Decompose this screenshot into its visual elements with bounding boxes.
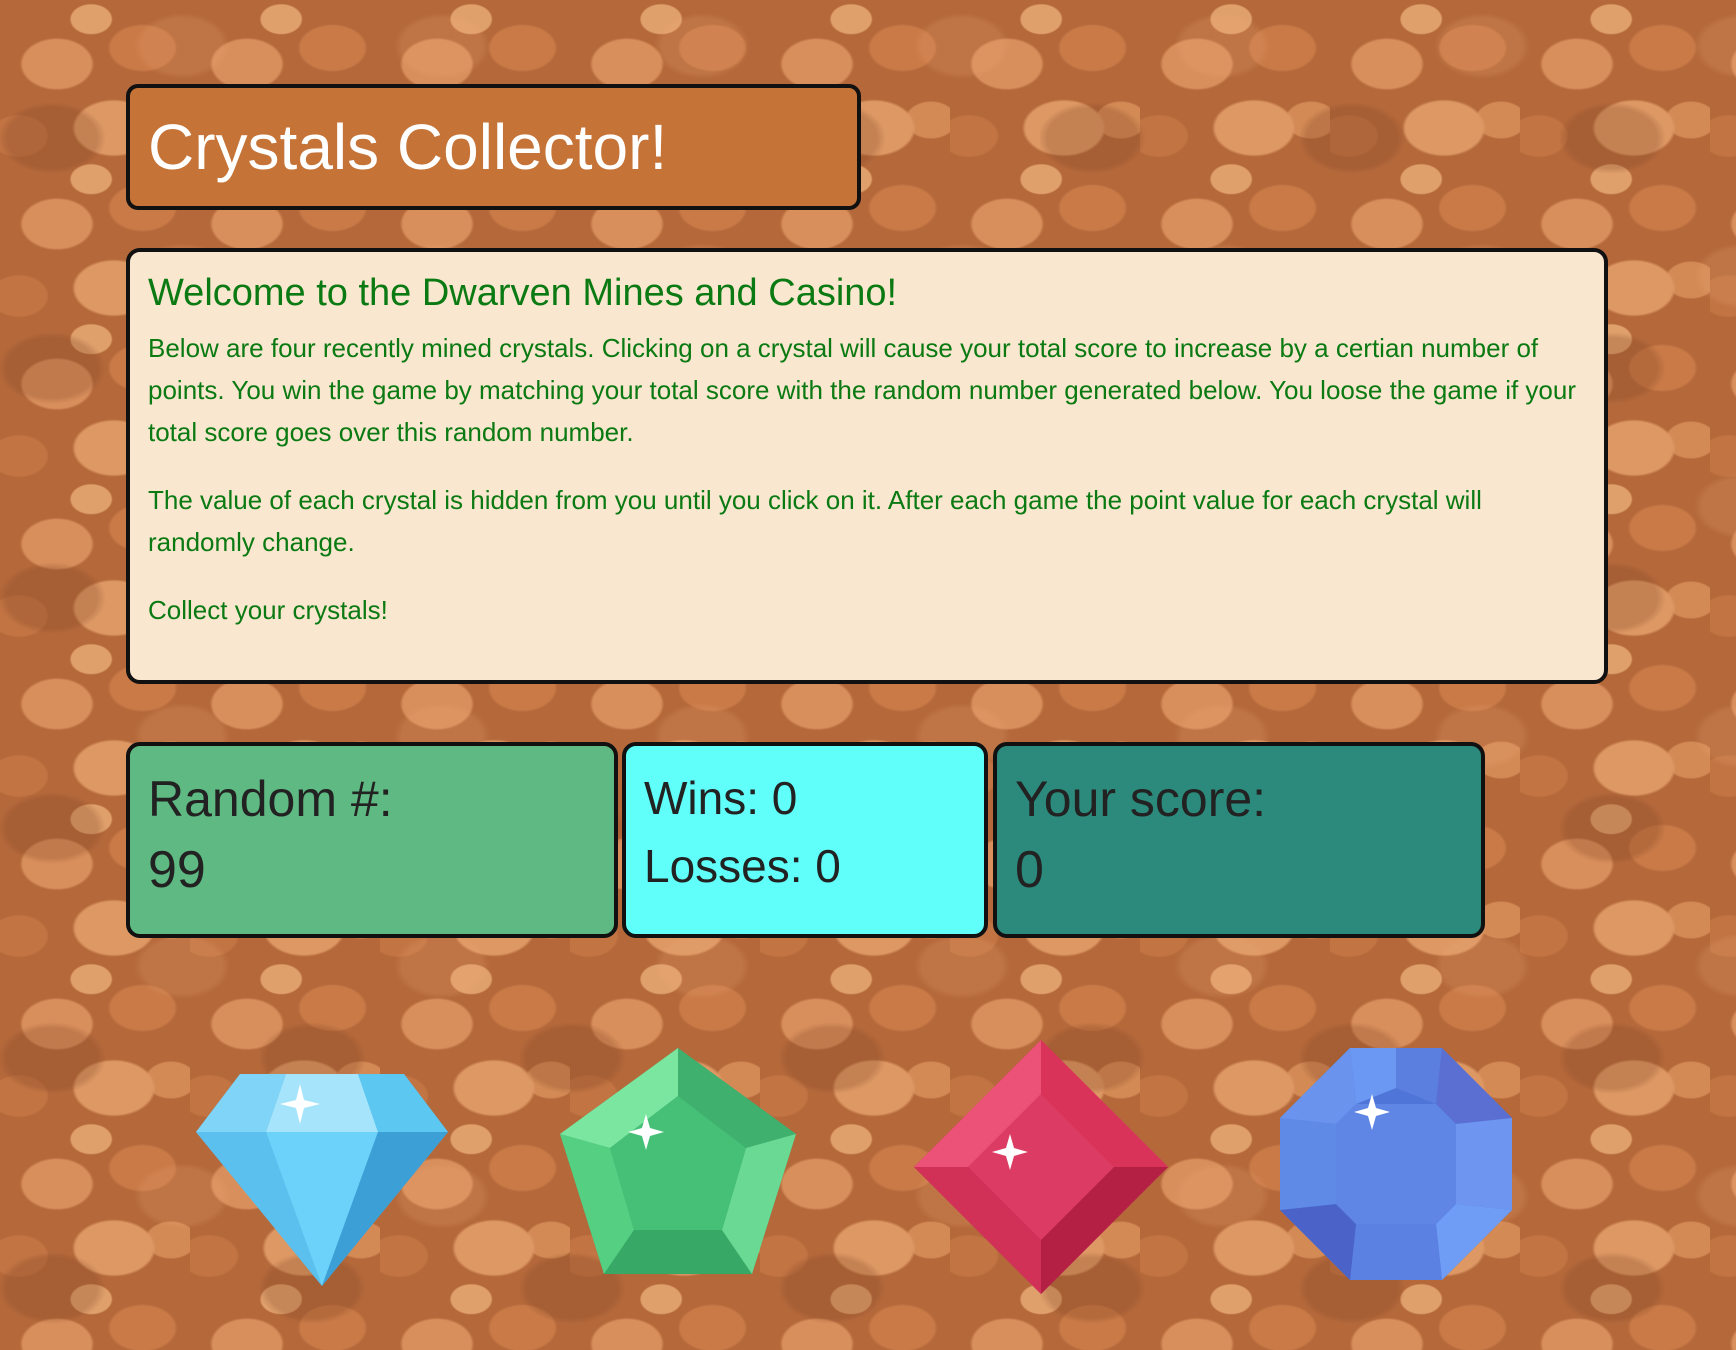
diamond-crystal[interactable] [196, 1070, 448, 1286]
ruby-crystal[interactable] [914, 1040, 1168, 1294]
score-label: Your score: [1015, 771, 1267, 827]
wins-losses-panel: Wins: 0 Losses: 0 [622, 742, 988, 938]
instructions-paragraph-1: Below are four recently mined crystals. … [148, 333, 1576, 447]
sapphire-icon [1280, 1048, 1512, 1280]
emerald-icon [560, 1048, 796, 1274]
random-number-label: Random #: [148, 771, 393, 827]
emerald-crystal[interactable] [560, 1048, 796, 1274]
random-number-panel: Random #: 99 [126, 742, 618, 938]
ruby-icon [914, 1040, 1168, 1294]
instructions-paragraph-3: Collect your crystals! [148, 595, 388, 625]
title-banner: Crystals Collector! [126, 84, 861, 210]
losses-count: Losses: 0 [644, 840, 841, 892]
diamond-icon [196, 1074, 448, 1286]
score-panel: Your score: 0 [993, 742, 1485, 938]
random-number-value: 99 [148, 841, 206, 899]
score-value: 0 [1015, 841, 1044, 899]
wins-count: Wins: 0 [644, 772, 798, 824]
instructions-paragraph-2: The value of each crystal is hidden from… [148, 485, 1482, 557]
welcome-heading: Welcome to the Dwarven Mines and Casino! [148, 272, 898, 314]
instructions-panel: Welcome to the Dwarven Mines and Casino!… [126, 248, 1608, 684]
page-title: Crystals Collector! [148, 111, 668, 183]
sapphire-crystal[interactable] [1280, 1048, 1512, 1280]
